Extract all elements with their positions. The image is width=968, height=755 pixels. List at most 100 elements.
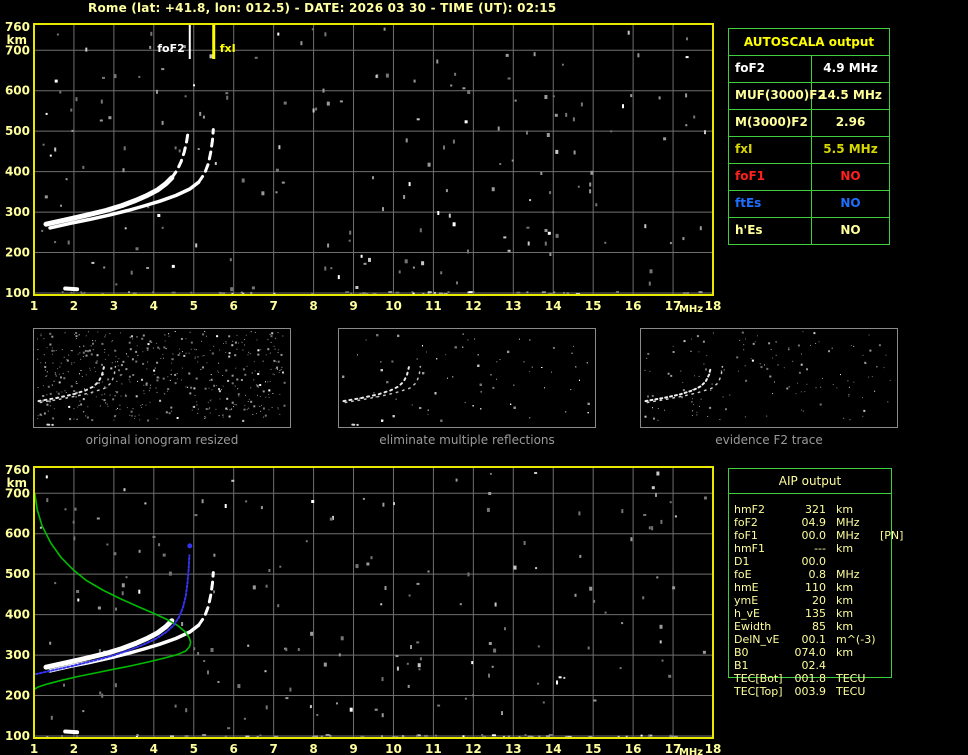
aip-row-unit: km [826,594,872,607]
autoscala-row: ftEsNO [729,190,889,217]
svg-text:3: 3 [110,742,118,755]
svg-text:16: 16 [625,742,642,755]
svg-text:300: 300 [5,205,30,219]
svg-text:2: 2 [70,742,78,755]
svg-text:6: 6 [230,742,238,755]
aip-row: B0074.0km [734,646,894,659]
autoscala-row-label: foF1 [729,164,812,190]
aip-row: DelN_vE00.1m^(-3) [734,633,894,646]
autoscala-output-screen: Rome (lat: +41.8, lon: 012.5) - DATE: 20… [0,0,968,755]
autoscala-row-value: 14.5 MHz [812,83,889,109]
autoscala-row-label: MUF(3000)F2 [729,83,812,109]
aip-row-value: 0.8 [786,568,826,581]
aip-row: hmF2321km [734,503,894,516]
svg-text:7: 7 [269,299,277,313]
svg-text:8: 8 [309,742,317,755]
autoscala-row-value: 5.5 MHz [812,137,889,163]
aip-row: TEC[Bot]001.8TECU [734,672,894,685]
svg-text:10: 10 [385,299,402,313]
aip-row: hmE110km [734,581,894,594]
autoscala-table-header: AUTOSCALA output [729,29,889,55]
aip-table-rows: hmF2321kmfoF204.9MHzfoF100.0MHz[PN]hmF1-… [734,503,894,698]
svg-text:11: 11 [425,299,442,313]
aip-row-label: ymE [734,594,786,607]
aip-row-unit: km [826,581,872,594]
aip-row-value: 074.0 [786,646,826,659]
svg-text:MHz: MHz [679,304,703,315]
svg-text:500: 500 [5,124,30,138]
autoscala-row: M(3000)F22.96 [729,109,889,136]
aip-row-value: 003.9 [786,685,826,698]
svg-text:760: 760 [5,463,30,477]
svg-text:5: 5 [190,299,198,313]
svg-text:9: 9 [349,742,357,755]
svg-text:500: 500 [5,567,30,581]
svg-text:18: 18 [705,742,722,755]
aip-row-value: 00.1 [786,633,826,646]
autoscala-row: MUF(3000)F214.5 MHz [729,82,889,109]
aip-row-note [872,568,894,581]
svg-text:7: 7 [269,742,277,755]
aip-row-note [872,516,894,529]
aip-row-value: 04.9 [786,516,826,529]
aip-row-value: 00.0 [786,555,826,568]
aip-row-value: 001.8 [786,672,826,685]
aip-row-note [872,620,894,633]
aip-row-label: TEC[Bot] [734,672,786,685]
autoscala-row-label: M(3000)F2 [729,110,812,136]
autoscala-row-label: h'Es [729,218,812,244]
svg-text:100: 100 [5,286,30,300]
aip-row: ymE20km [734,594,894,607]
svg-text:400: 400 [5,165,30,179]
panel-original-ionogram [33,328,291,428]
svg-text:9: 9 [349,299,357,313]
aip-row: Ewidth85km [734,620,894,633]
aip-row-value: 321 [786,503,826,516]
svg-text:1: 1 [30,299,38,313]
svg-text:12: 12 [465,742,482,755]
aip-row-note [872,594,894,607]
autoscala-table-rows: foF24.9 MHzMUF(3000)F214.5 MHzM(3000)F22… [729,55,889,244]
autoscala-row-value: 2.96 [812,110,889,136]
aip-row: foF100.0MHz[PN] [734,529,894,542]
svg-text:4: 4 [150,742,158,755]
aip-row-note [872,581,894,594]
aip-row-value: 00.0 [786,529,826,542]
aip-row-unit [826,659,872,672]
aip-row-label: hmF1 [734,542,786,555]
svg-text:16: 16 [625,299,642,313]
aip-row-unit: TECU [826,672,872,685]
aip-row-label: Ewidth [734,620,786,633]
aip-row: foF204.9MHz [734,516,894,529]
svg-text:700: 700 [5,486,30,500]
panel-caption-eliminate: eliminate multiple reflections [338,433,596,447]
aip-row-unit: MHz [826,529,872,542]
aip-row-unit: TECU [826,685,872,698]
aip-row-unit: MHz [826,516,872,529]
aip-row-note [872,633,894,646]
autoscala-row: foF1NO [729,163,889,190]
aip-row-value: 02.4 [786,659,826,672]
aip-row-value: 110 [786,581,826,594]
svg-text:760: 760 [5,20,30,34]
panel-evidence-f2-trace [640,328,898,428]
aip-row-note [872,659,894,672]
svg-text:14: 14 [545,742,562,755]
svg-text:15: 15 [585,299,602,313]
aip-row-note [872,542,894,555]
aip-row-label: DelN_vE [734,633,786,646]
aip-row-note [872,685,894,698]
aip-row-label: foE [734,568,786,581]
aip-row-unit: km [826,503,872,516]
aip-row-unit: km [826,542,872,555]
panel-caption-original: original ionogram resized [33,433,291,447]
aip-row-note [872,555,894,568]
svg-text:600: 600 [5,84,30,98]
autoscala-row-label: foF2 [729,56,812,82]
svg-text:200: 200 [5,689,30,703]
aip-row-label: B0 [734,646,786,659]
aip-row-unit: MHz [826,568,872,581]
aip-row: foE0.8MHz [734,568,894,581]
aip-row-label: D1 [734,555,786,568]
panel-eliminate-reflections [338,328,596,428]
